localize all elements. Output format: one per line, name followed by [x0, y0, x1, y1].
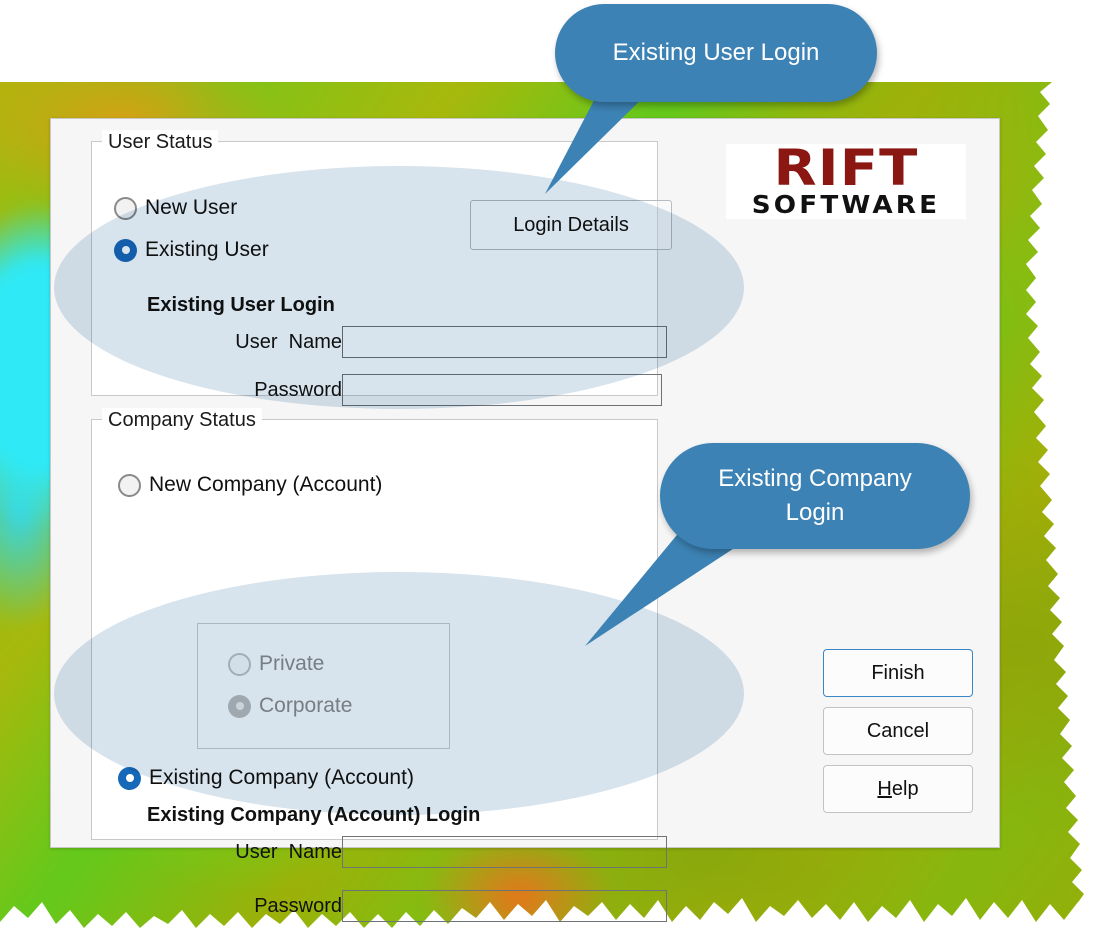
existing-user-password-input[interactable]: [342, 374, 662, 406]
existing-company-password-row: Password: [147, 890, 667, 922]
panel-company-type: Private Corporate: [197, 623, 450, 749]
logo-wordmark: RIFT: [773, 139, 919, 197]
callout-user-body: Existing User Login: [555, 4, 877, 102]
radio-existing-user[interactable]: Existing User: [114, 238, 269, 262]
existing-company-username-input[interactable]: [342, 836, 667, 868]
radio-existing-company-label: Existing Company (Account): [149, 766, 414, 789]
radio-corporate-indicator[interactable]: [228, 694, 251, 718]
radio-existing-company-indicator[interactable]: [118, 766, 141, 790]
existing-company-username-label: User Name: [235, 840, 342, 863]
radio-new-user-indicator[interactable]: [114, 196, 137, 220]
radio-corporate[interactable]: Corporate: [228, 694, 352, 718]
existing-company-password-input[interactable]: [342, 890, 667, 922]
existing-user-username-label: User Name: [235, 330, 342, 353]
group-user-status-legend: User Status: [102, 130, 219, 154]
existing-user-username-row: User Name: [147, 326, 667, 358]
existing-company-login-title: Existing Company (Account) Login: [147, 804, 481, 826]
cancel-button[interactable]: Cancel: [823, 707, 973, 755]
radio-new-user[interactable]: New User: [114, 196, 237, 220]
screenshot-root: RIFT SOFTWARE User Status New User Exist…: [0, 0, 1106, 934]
radio-new-user-label: New User: [145, 196, 238, 219]
radio-corporate-label: Corporate: [259, 694, 353, 717]
help-button[interactable]: Help: [823, 765, 973, 813]
existing-company-password-label: Password: [254, 894, 342, 917]
radio-existing-company[interactable]: Existing Company (Account): [118, 766, 414, 790]
radio-new-company-label: New Company (Account): [149, 473, 383, 496]
group-company-status: Company Status New Company (Account) Pri…: [91, 408, 667, 922]
radio-private[interactable]: Private: [228, 652, 324, 676]
existing-company-username-row: User Name: [147, 836, 667, 868]
radio-private-label: Private: [259, 652, 325, 675]
rift-software-logo: RIFT SOFTWARE: [726, 143, 966, 219]
existing-user-password-label: Password: [254, 378, 342, 401]
radio-new-company-indicator[interactable]: [118, 473, 141, 497]
help-label-rest: elp: [891, 777, 919, 800]
help-accelerator: H: [877, 777, 892, 800]
radio-new-company[interactable]: New Company (Account): [118, 473, 382, 497]
finish-button[interactable]: Finish: [823, 649, 973, 697]
callout-company-body: Existing Company Login: [660, 443, 970, 549]
logo-tagline: SOFTWARE: [751, 190, 941, 219]
existing-user-password-row: Password: [147, 374, 662, 406]
existing-user-username-input[interactable]: [342, 326, 667, 358]
radio-private-indicator[interactable]: [228, 652, 251, 676]
group-company-status-legend: Company Status: [102, 408, 262, 432]
radio-existing-user-indicator[interactable]: [114, 238, 137, 262]
existing-user-login-title: Existing User Login: [147, 294, 335, 316]
radio-existing-user-label: Existing User: [145, 238, 269, 261]
